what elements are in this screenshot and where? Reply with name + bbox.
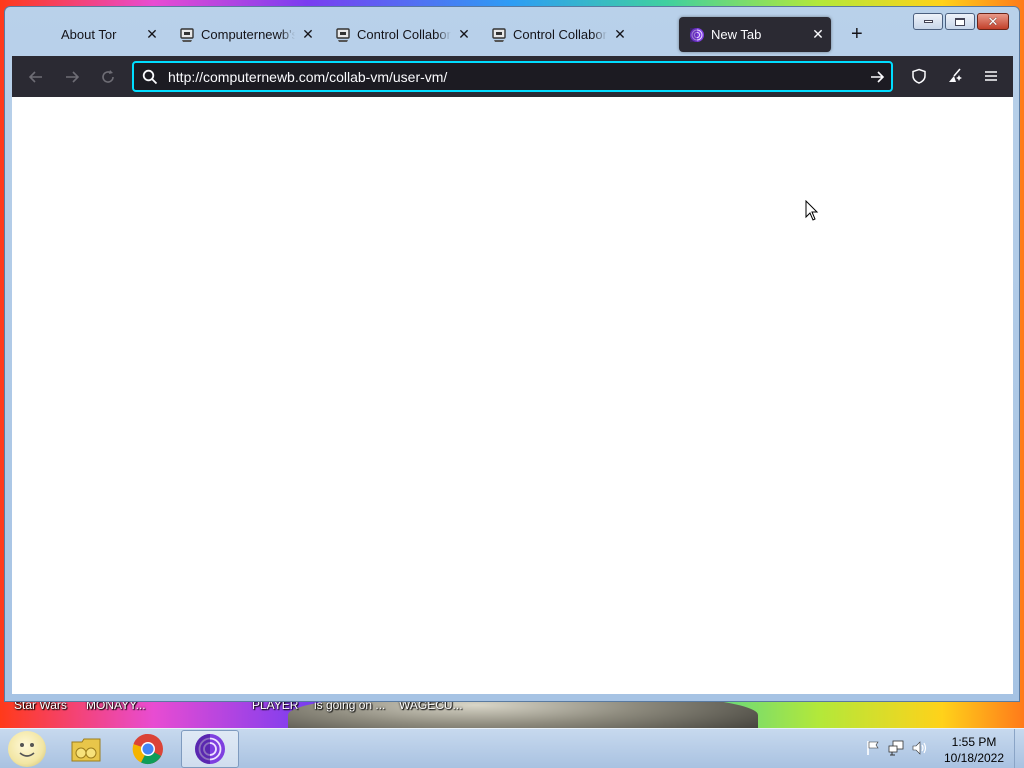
tab-new-tab[interactable]: New Tab ✕ — [679, 17, 831, 52]
volume-icon[interactable] — [912, 740, 928, 756]
chrome-icon — [132, 733, 163, 765]
tab-title: Control Collaborat — [513, 27, 607, 42]
start-orb-icon — [19, 743, 35, 757]
url-bar[interactable] — [132, 61, 893, 92]
restore-icon — [955, 17, 965, 26]
security-level-button[interactable] — [901, 61, 937, 91]
taskbar-tor-browser[interactable] — [181, 730, 239, 768]
window-controls: ✕ — [913, 13, 1009, 30]
tab-control-collaborate-2[interactable]: Control Collaborat ✕ — [481, 17, 633, 52]
toolbar-right — [901, 61, 1009, 91]
reload-icon — [102, 69, 114, 83]
hamburger-menu-icon — [985, 71, 997, 81]
mouse-cursor-icon — [805, 200, 819, 221]
nav-toolbar — [12, 56, 1013, 97]
reload-button[interactable] — [90, 62, 126, 92]
arrow-right-icon — [66, 70, 80, 83]
maximize-button[interactable] — [945, 13, 975, 30]
tab-close-icon[interactable]: ✕ — [611, 26, 629, 43]
tab-strip: About Tor ✕ Computernewb's I ✕ Control C… — [13, 17, 913, 57]
clock-date: 10/18/2022 — [943, 751, 1005, 765]
search-icon — [140, 69, 160, 85]
computernewb-favicon — [336, 27, 350, 42]
broom-icon — [949, 68, 962, 82]
folder-icon — [71, 738, 101, 762]
minimize-button[interactable] — [913, 13, 943, 30]
new-identity-button[interactable] — [937, 61, 973, 91]
taskbar-chrome[interactable] — [119, 730, 177, 768]
flag-icon[interactable] — [866, 740, 880, 756]
clock-time: 1:55 PM — [951, 735, 997, 749]
tor-onion-icon — [690, 27, 704, 42]
arrow-left-icon — [28, 70, 42, 83]
taskbar-clock[interactable]: 1:55 PM 10/18/2022 — [936, 734, 1012, 766]
tab-close-icon[interactable]: ✕ — [809, 26, 827, 43]
url-input[interactable] — [160, 68, 863, 85]
tor-onion-icon — [195, 734, 225, 764]
go-button[interactable] — [863, 69, 891, 85]
tab-control-collaborate-1[interactable]: Control Collaborat ✕ — [325, 17, 477, 52]
shield-icon — [912, 68, 926, 84]
page-content[interactable] — [12, 97, 1013, 694]
close-icon: ✕ — [987, 14, 999, 29]
new-tab-button[interactable]: + — [851, 24, 863, 44]
tab-close-icon[interactable]: ✕ — [299, 26, 317, 43]
taskbar-file-explorer[interactable] — [57, 730, 115, 768]
computernewb-favicon — [180, 27, 194, 42]
minimize-icon — [923, 20, 933, 23]
tab-title: Control Collaborat — [357, 27, 451, 42]
app-menu-button[interactable] — [973, 61, 1009, 91]
show-desktop-button[interactable] — [1014, 729, 1024, 768]
system-tray — [866, 740, 928, 756]
tab-title: New Tab — [711, 27, 762, 42]
tab-close-icon[interactable]: ✕ — [455, 26, 473, 43]
tab-about-tor[interactable]: About Tor ✕ — [13, 17, 165, 52]
tab-computernewb[interactable]: Computernewb's I ✕ — [169, 17, 321, 52]
close-window-button[interactable]: ✕ — [977, 13, 1009, 30]
tab-title: About Tor — [61, 27, 117, 42]
browser-window: ✕ About Tor ✕ Computernewb's I ✕ Control… — [4, 6, 1020, 702]
tab-title: Computernewb's I — [201, 27, 295, 42]
arrow-right-icon — [871, 70, 885, 83]
start-button[interactable] — [8, 731, 46, 767]
back-button[interactable] — [18, 62, 54, 92]
computernewb-favicon — [492, 27, 506, 42]
taskbar: 1:55 PM 10/18/2022 — [0, 728, 1024, 768]
network-icon[interactable] — [888, 740, 904, 756]
forward-button[interactable] — [54, 62, 90, 92]
tab-close-icon[interactable]: ✕ — [143, 26, 161, 43]
